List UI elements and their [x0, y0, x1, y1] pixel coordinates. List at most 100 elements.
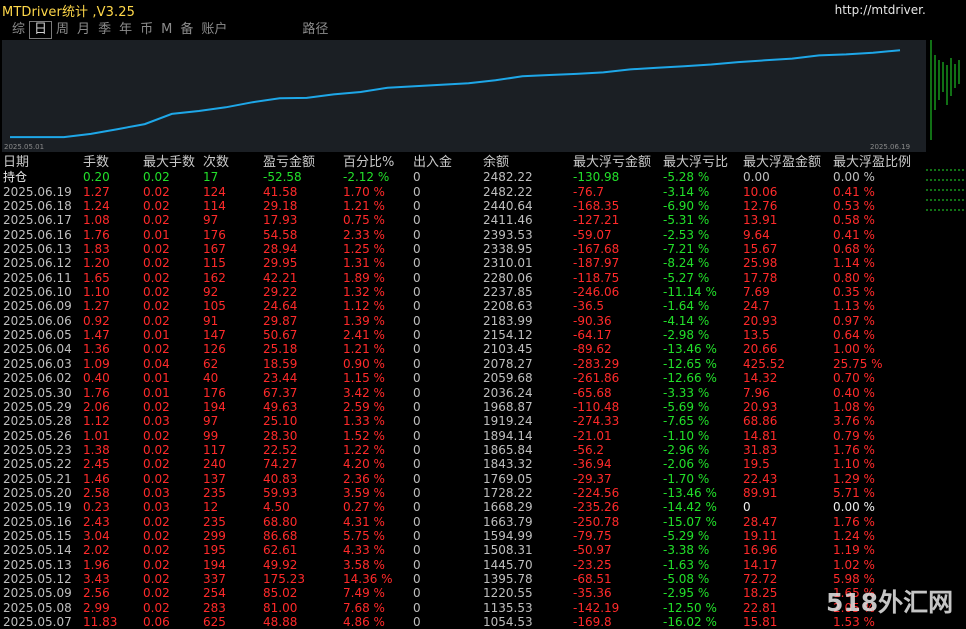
- cell-date: 2025.06.04: [3, 342, 72, 357]
- column-header[interactable]: 日期: [3, 156, 29, 170]
- column-header[interactable]: 出入金: [413, 156, 452, 170]
- column-header[interactable]: 最大浮亏比: [663, 156, 728, 170]
- cell-mfpp: 1.14 %: [833, 256, 875, 271]
- cell-count: 194: [203, 557, 226, 572]
- cell-mfp: 22.43: [743, 471, 778, 486]
- cell-max_lots: 0.02: [143, 543, 170, 558]
- cell-count: 62: [203, 356, 219, 371]
- column-header[interactable]: 盈亏金额: [263, 156, 315, 170]
- cell-flow: 0: [413, 371, 421, 386]
- cell-mfp: 28.47: [743, 514, 778, 529]
- cell-pnl: 24.64: [263, 299, 298, 314]
- cell-lots: 1.10: [83, 285, 110, 300]
- cell-pnl: 74.27: [263, 457, 298, 472]
- cell-count: 235: [203, 514, 226, 529]
- cell-pct: 1.21 %: [343, 342, 385, 357]
- cell-count: 240: [203, 457, 226, 472]
- cell-pnl: 22.52: [263, 442, 298, 457]
- cell-balance: 2310.01: [483, 256, 533, 271]
- cell-balance: 2208.63: [483, 299, 533, 314]
- tab-6[interactable]: 币: [136, 21, 157, 39]
- cell-mflp: -5.08 %: [663, 571, 710, 586]
- column-header[interactable]: 百分比%: [343, 156, 394, 170]
- holding-cell: -52.58: [263, 170, 302, 185]
- cell-max_lots: 0.02: [143, 557, 170, 572]
- tab-4[interactable]: 季: [94, 21, 115, 39]
- cell-mfpp: 25.75 %: [833, 356, 883, 371]
- cell-mfl: -29.37: [573, 471, 612, 486]
- cell-mfl: -35.36: [573, 586, 612, 601]
- cell-mfpp: 0.68 %: [833, 242, 875, 257]
- cell-count: 97: [203, 213, 219, 228]
- cell-mfp: 31.83: [743, 442, 778, 457]
- cell-pnl: 28.30: [263, 428, 298, 443]
- cell-mfpp: 5.71 %: [833, 485, 875, 500]
- cell-max_lots: 0.02: [143, 399, 170, 414]
- cell-date: 2025.06.17: [3, 213, 72, 228]
- cell-mfpp: 0.00 %: [833, 500, 875, 515]
- cell-balance: 2183.99: [483, 313, 533, 328]
- cell-mfl: -76.7: [573, 184, 605, 199]
- tab-3[interactable]: 月: [73, 21, 94, 39]
- cell-mflp: -7.65 %: [663, 414, 710, 429]
- tab-7[interactable]: M: [157, 21, 176, 39]
- tab-1[interactable]: 日: [29, 21, 53, 39]
- cell-pct: 1.22 %: [343, 442, 385, 457]
- cell-pct: 7.49 %: [343, 586, 385, 601]
- cell-mfpp: 1.19 %: [833, 543, 875, 558]
- cell-pct: 1.15 %: [343, 371, 385, 386]
- cell-lots: 1.47: [83, 328, 110, 343]
- cell-mfl: -224.56: [573, 485, 620, 500]
- column-header[interactable]: 最大浮亏金额: [573, 156, 651, 170]
- cell-pct: 0.90 %: [343, 356, 385, 371]
- holding-cell: 0: [413, 170, 421, 185]
- column-header[interactable]: 最大浮盈金额: [743, 156, 821, 170]
- tab-2[interactable]: 周: [52, 21, 73, 39]
- cell-pct: 0.27 %: [343, 500, 385, 515]
- cell-pct: 1.21 %: [343, 199, 385, 214]
- tab-0[interactable]: 综: [8, 21, 29, 39]
- column-header[interactable]: 最大浮盈比例: [833, 156, 911, 170]
- cell-mfl: -36.94: [573, 457, 612, 472]
- column-header[interactable]: 余额: [483, 156, 509, 170]
- cell-mfp: 13.5: [743, 328, 770, 343]
- cell-pct: 1.70 %: [343, 184, 385, 199]
- tab-8[interactable]: 备: [176, 21, 197, 39]
- website-link[interactable]: http://mtdriver.cn: [835, 3, 940, 17]
- cell-mfpp: 0.70 %: [833, 371, 875, 386]
- tab-5[interactable]: 年: [115, 21, 136, 39]
- cell-mfl: -90.36: [573, 313, 612, 328]
- cell-date: 2025.06.03: [3, 356, 72, 371]
- holding-cell: -5.28 %: [663, 170, 710, 185]
- cell-pnl: 175.23: [263, 571, 305, 586]
- cell-pnl: 23.44: [263, 371, 298, 386]
- cell-max_lots: 0.02: [143, 242, 170, 257]
- holding-cell: -130.98: [573, 170, 620, 185]
- cell-balance: 2338.95: [483, 242, 533, 257]
- cell-max_lots: 0.01: [143, 328, 170, 343]
- cell-mfpp: 1.76 %: [833, 442, 875, 457]
- cell-date: 2025.05.21: [3, 471, 72, 486]
- column-header[interactable]: 次数: [203, 156, 229, 170]
- cell-lots: 2.58: [83, 485, 110, 500]
- cell-mfp: 20.66: [743, 342, 778, 357]
- cell-mfl: -118.75: [573, 270, 620, 285]
- cell-mflp: -5.69 %: [663, 399, 710, 414]
- cell-date: 2025.06.12: [3, 256, 72, 271]
- cell-mfp: 68.86: [743, 414, 778, 429]
- tab-9[interactable]: 账户: [197, 21, 231, 39]
- cell-mflp: -5.31 %: [663, 213, 710, 228]
- column-header[interactable]: 手数: [83, 156, 109, 170]
- cell-lots: 3.04: [83, 528, 110, 543]
- column-header[interactable]: 最大手数: [143, 156, 195, 170]
- cell-count: 99: [203, 428, 219, 443]
- cell-date: 2025.05.09: [3, 586, 72, 601]
- cell-pct: 2.36 %: [343, 471, 385, 486]
- cell-date: 2025.05.19: [3, 500, 72, 515]
- cell-lots: 11.83: [83, 615, 118, 629]
- tab-10[interactable]: 路径: [298, 21, 332, 39]
- cell-mfpp: 0.41 %: [833, 227, 875, 242]
- cell-max_lots: 0.02: [143, 457, 170, 472]
- cell-date: 2025.06.19: [3, 184, 72, 199]
- cell-max_lots: 0.02: [143, 213, 170, 228]
